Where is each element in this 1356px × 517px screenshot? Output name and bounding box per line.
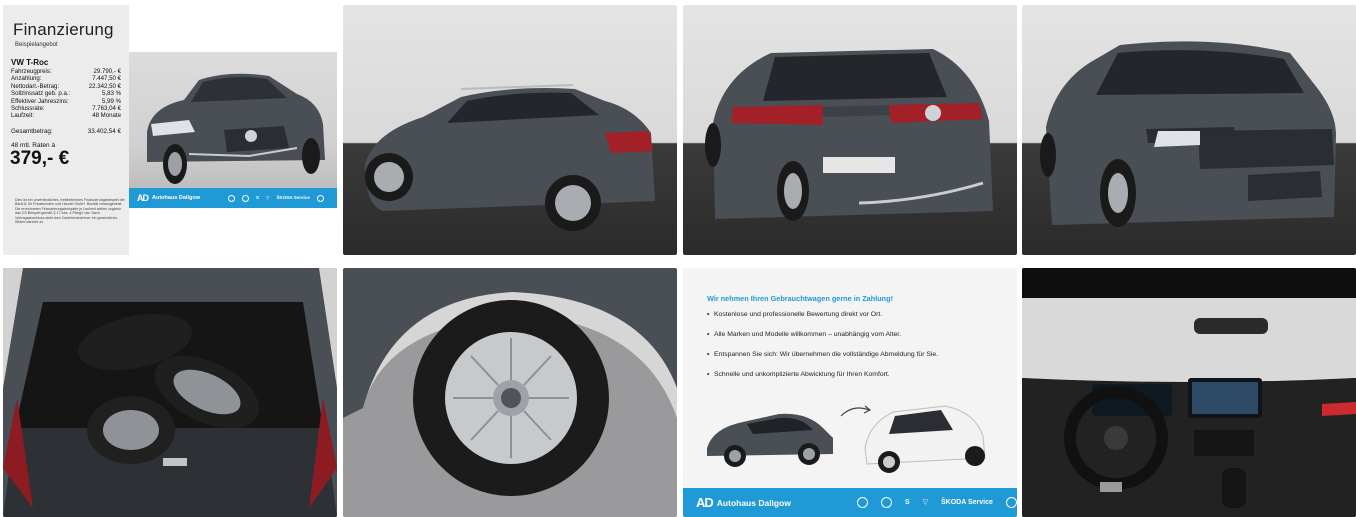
vehicle-model: VW T-Roc	[11, 58, 49, 67]
financing-offer-tile[interactable]: Finanzierung Beispielangebot VW T-Roc Fa…	[3, 5, 337, 255]
trunk-with-tires-photo[interactable]	[3, 268, 337, 517]
vw-commercial-logo-icon	[241, 194, 249, 202]
monthly-rate: 379,- €	[10, 148, 70, 169]
trade-in-ad-tile[interactable]: Wir nehmen Ihren Gebrauchtwagen gerne in…	[683, 268, 1017, 517]
cupra-logo-icon: ▽	[266, 194, 270, 200]
brand-logos: S ▽ ŠKODA Service	[227, 194, 324, 202]
seat-logo-icon: S	[904, 499, 910, 506]
car-rear-photo[interactable]	[683, 5, 1017, 255]
dealer-logo-icon: AD	[696, 495, 714, 510]
financing-details: Fahrzeugpreis: 29.790,- € Anzahlung: 7.447…	[11, 68, 121, 120]
car-side-photo[interactable]	[343, 5, 677, 255]
skoda-logo-icon: ŠKODA Service	[940, 499, 993, 506]
financing-title: Finanzierung	[13, 20, 114, 39]
trade-in-benefits: • Kostenlose und professionelle Bewertung…	[707, 311, 938, 391]
financing-row: Sollzinssatz geb. p.a.: 5,83 %	[11, 90, 121, 98]
bullet-icon: •	[707, 311, 710, 318]
vw-service-logo-icon	[316, 194, 324, 202]
car-front-three-quarter-photo[interactable]	[1022, 5, 1356, 255]
dealer-bar: AD Autohaus Dallgow S ▽ ŠKODA Service	[683, 488, 1017, 517]
financing-panel: Finanzierung Beispielangebot VW T-Roc Fa…	[3, 5, 129, 255]
legal-fineprint: Dies ist ein unverbindliches, freibleibe…	[15, 198, 125, 225]
car-front-photo	[129, 52, 337, 188]
trade-in-headline: Wir nehmen Ihren Gebrauchtwagen gerne in…	[707, 294, 894, 303]
financing-row: Nettodarl.-Betrag: 22.342,50 €	[11, 82, 121, 90]
bullet-icon: •	[707, 371, 710, 378]
vw-commercial-logo-icon	[880, 497, 892, 508]
benefit-item: • Schnelle und unkomplizierte Abwicklung …	[707, 371, 890, 378]
image-gallery: Finanzierung Beispielangebot VW T-Roc Fa…	[0, 0, 1356, 517]
financing-row: Laufzeit: 48 Monate	[11, 112, 121, 120]
vw-logo-icon	[227, 194, 235, 202]
financing-subtitle: Beispielangebot	[15, 42, 58, 48]
dealer-name: Autohaus Dallgow	[716, 497, 791, 508]
financing-row: Effektiver Jahreszins: 5,99 %	[11, 97, 121, 105]
dealer-bar: AD Autohaus Dallgow S ▽ ŠKODA Service	[129, 188, 337, 208]
trade-in-illustration	[707, 405, 986, 473]
benefit-item: • Entspannen Sie sich: Wir übernehmen die…	[707, 351, 939, 358]
brand-logos: S ▽ ŠKODA Service	[856, 497, 1017, 508]
financing-row: Schlussrate: 7.763,04 €	[11, 105, 121, 113]
skoda-logo-icon: ŠKODA Service	[276, 194, 310, 200]
financing-total: Gesamtbetrag: 33.402,54 €	[11, 128, 121, 135]
benefit-item: • Kostenlose und professionelle Bewertung…	[707, 311, 883, 318]
vw-service-logo-icon	[1005, 497, 1017, 508]
vw-logo-icon	[856, 497, 868, 508]
benefit-item: • Alle Marken und Modelle willkommen – un…	[707, 331, 902, 338]
dealer-logo-icon: AD	[137, 193, 149, 203]
financing-row: Anzahlung: 7.447,50 €	[11, 75, 121, 83]
financing-row: Fahrzeugpreis: 29.790,- €	[11, 68, 121, 75]
bullet-icon: •	[707, 331, 710, 338]
bullet-icon: •	[707, 351, 710, 358]
seat-logo-icon: S	[255, 194, 259, 200]
cupra-logo-icon: ▽	[922, 499, 928, 506]
dealer-name: Autohaus Dallgow	[152, 195, 200, 201]
wheel-closeup-photo[interactable]	[343, 268, 677, 517]
interior-cockpit-photo[interactable]	[1022, 268, 1356, 517]
